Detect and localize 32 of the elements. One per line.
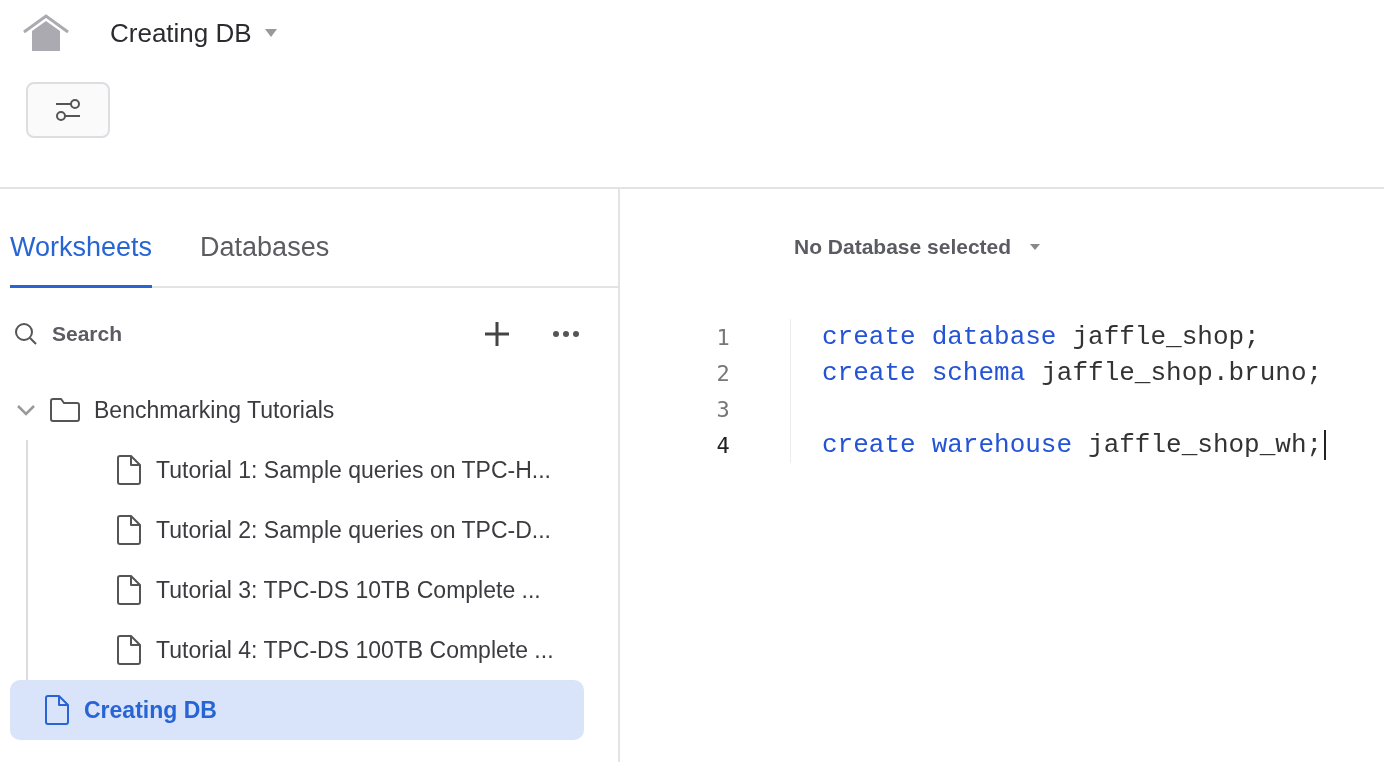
plus-icon [484, 321, 510, 347]
text-cursor [1324, 430, 1327, 460]
code-line: create warehouse jaffle_shop_wh; [822, 430, 1327, 460]
tree-item[interactable]: Benchmarking Tutorials [10, 380, 584, 440]
filter-button[interactable] [26, 82, 110, 138]
chevron-icon [16, 404, 36, 416]
document-icon [116, 515, 142, 545]
tree-item[interactable]: Tutorial 2: Sample queries on TPC-D... [82, 500, 584, 560]
more-icon [552, 330, 580, 338]
code-line: create schema jaffle_shop.bruno; [822, 358, 1323, 388]
document-icon [116, 575, 142, 605]
code-line: create database jaffle_shop; [822, 322, 1260, 352]
line-number: 4 [715, 432, 731, 458]
tree-item[interactable]: Tutorial 1: Sample queries on TPC-H... [82, 440, 584, 500]
caret-icon [263, 28, 278, 38]
tab[interactable]: Databases [200, 232, 330, 288]
tree-item[interactable]: Tutorial 3: TPC-DS 10TB Complete ... [82, 560, 584, 620]
database-dropdown[interactable]: No Database selected [794, 235, 1384, 259]
caret-icon [1029, 243, 1042, 251]
document-icon [116, 455, 142, 485]
worksheet-title-dropdown[interactable]: Creating DB [110, 17, 278, 49]
tree-item[interactable]: Creating DB [10, 680, 584, 740]
tree-item[interactable]: Tutorial 4: TPC-DS 100TB Complete ... [82, 620, 584, 680]
search-icon [14, 322, 38, 346]
line-number: 3 [715, 396, 731, 422]
sliders-icon [55, 97, 81, 123]
line-number: 1 [715, 324, 731, 350]
document-icon [44, 695, 70, 725]
folder-icon [50, 398, 80, 422]
line-number: 2 [715, 360, 731, 386]
document-icon [116, 635, 142, 665]
tab[interactable]: Worksheets [10, 232, 153, 288]
